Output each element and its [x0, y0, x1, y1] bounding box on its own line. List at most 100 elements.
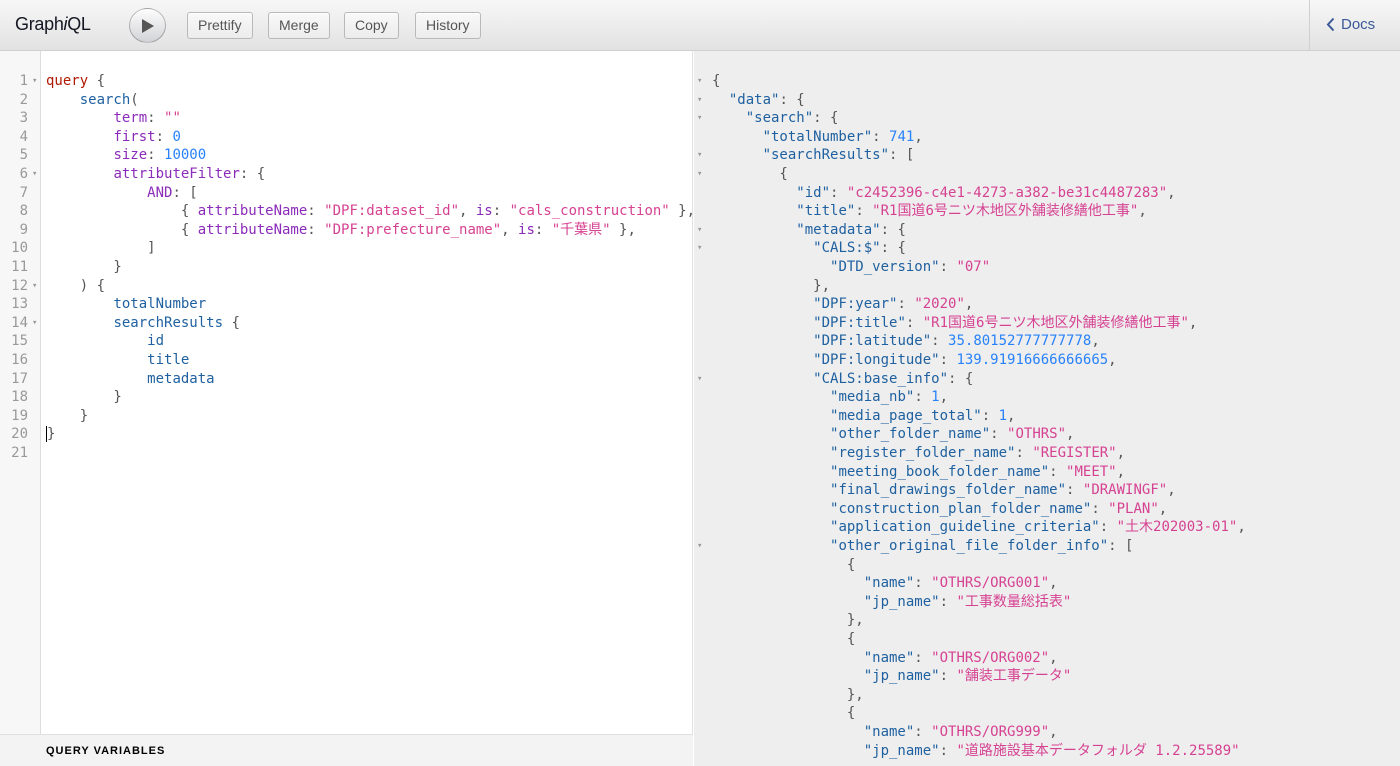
line-number: 4 [19, 128, 28, 145]
code-token: searchResults [113, 314, 224, 331]
code-token: "DTD_version" [830, 259, 940, 275]
fold-toggle-icon[interactable]: ▾ [697, 239, 702, 258]
code-token: { [712, 631, 856, 647]
code-line: }, [712, 277, 830, 296]
fold-toggle-icon[interactable]: ▾ [697, 109, 702, 128]
merge-button[interactable]: Merge [268, 12, 330, 39]
code-token: : [1091, 500, 1109, 517]
play-icon [141, 18, 154, 33]
docs-button[interactable]: Docs [1326, 16, 1375, 33]
code-token: "search" [745, 110, 814, 127]
code-line: "media_page_total": 1, [712, 407, 1015, 426]
code-token: : { [948, 370, 974, 387]
fold-toggle-icon[interactable]: ▾ [697, 72, 702, 91]
code-token: "register_folder_name" [830, 445, 1016, 461]
copy-button[interactable]: Copy [344, 12, 399, 39]
docs-label: Docs [1341, 16, 1376, 33]
code-token: "DPF:year" [813, 296, 898, 313]
code-line: "name": "OTHRS/ORG001", [712, 574, 1058, 593]
code-line: "data": { [712, 91, 805, 110]
result-viewer[interactable]: ▾{▾ "data": {▾ "search": { "totalNumber"… [694, 51, 1400, 766]
line-number: 19 [11, 407, 28, 424]
code-token: : [307, 203, 325, 220]
code-line: term: "" [46, 109, 181, 128]
fold-toggle-icon[interactable]: ▾ [697, 165, 702, 184]
code-token: } [46, 407, 89, 424]
fold-toggle-icon[interactable]: ▾ [697, 370, 702, 389]
code-line: "CALS:base_info": { [712, 370, 973, 389]
query-editor[interactable]: 1 ▾ query {2 search(3 term: "" 4 first: 05 … [0, 51, 695, 766]
code-token: : { [779, 91, 805, 108]
toolbar: GraphiQL Prettify Merge Copy History Doc… [0, 0, 1400, 51]
fold-toggle-icon[interactable]: ▾ [697, 221, 702, 240]
code-token: : { [880, 240, 906, 257]
code-line: }, [712, 686, 864, 705]
code-token: : [939, 742, 957, 759]
fold-toggle-icon[interactable]: ▾ [697, 146, 702, 165]
code-token: "OTHRS/ORG001" [931, 575, 1050, 592]
code-token: : [147, 147, 165, 164]
code-token: : [914, 649, 932, 666]
code-line: "other_folder_name": "OTHRS", [712, 425, 1074, 444]
code-token: : [ [889, 147, 915, 164]
line-number: 9 [19, 221, 28, 238]
code-token: , [1167, 184, 1176, 201]
code-token: , [1049, 724, 1058, 740]
fold-toggle-icon[interactable]: ▾ [32, 72, 37, 91]
code-line: "application_guideline_criteria": "土木202… [712, 518, 1246, 537]
code-token: , [1167, 482, 1176, 499]
code-line: "title": "R1国道6号ニツ木地区外舗装修繕他工事", [712, 202, 1146, 221]
code-line: { [712, 630, 855, 649]
code-token: "" [164, 110, 181, 127]
fold-toggle-icon[interactable]: ▾ [32, 277, 37, 296]
code-line: totalNumber [46, 295, 206, 314]
line-number: 20 [11, 426, 28, 443]
fold-toggle-icon[interactable]: ▾ [697, 91, 702, 110]
code-token: "other_original_file_folder_info" [830, 538, 1109, 554]
code-token: } [46, 259, 122, 275]
chevron-left-icon [1326, 17, 1335, 32]
line-number: 17 [11, 370, 28, 387]
code-token: , [1188, 314, 1198, 331]
code-token: { [712, 166, 788, 182]
code-line: "jp_name": "道路施設基本データフォルダ 1.2.25589" [712, 742, 1240, 761]
code-token: "OTHRS" [1007, 426, 1067, 443]
code-token: "media_nb" [830, 389, 915, 406]
code-line: "jp_name": "工事数量総括表" [712, 593, 1072, 612]
history-button[interactable]: History [415, 12, 481, 39]
code-token: is [475, 203, 493, 220]
code-line: } [46, 425, 56, 444]
code-token: : [855, 203, 873, 220]
code-token: "meeting_book_folder_name" [830, 463, 1050, 480]
code-line: "construction_plan_folder_name": "PLAN", [712, 500, 1167, 519]
fold-toggle-icon[interactable]: ▾ [32, 314, 37, 333]
code-line: search( [46, 91, 139, 110]
code-line: ] [46, 239, 155, 258]
prettify-button[interactable]: Prettify [187, 12, 253, 39]
code-token: "土木202003-01" [1116, 519, 1238, 536]
execute-query-button[interactable] [129, 8, 166, 43]
fold-toggle-icon[interactable]: ▾ [32, 165, 37, 184]
code-token: , [1066, 426, 1075, 443]
code-line: "register_folder_name": "REGISTER", [712, 444, 1125, 463]
line-number: 18 [11, 389, 28, 406]
fold-toggle-icon[interactable]: ▾ [697, 537, 702, 556]
code-token: "DPF:dataset_id" [324, 203, 460, 220]
code-line: } [46, 388, 121, 407]
query-variables-bar[interactable]: QUERY VARIABLES [0, 734, 693, 766]
